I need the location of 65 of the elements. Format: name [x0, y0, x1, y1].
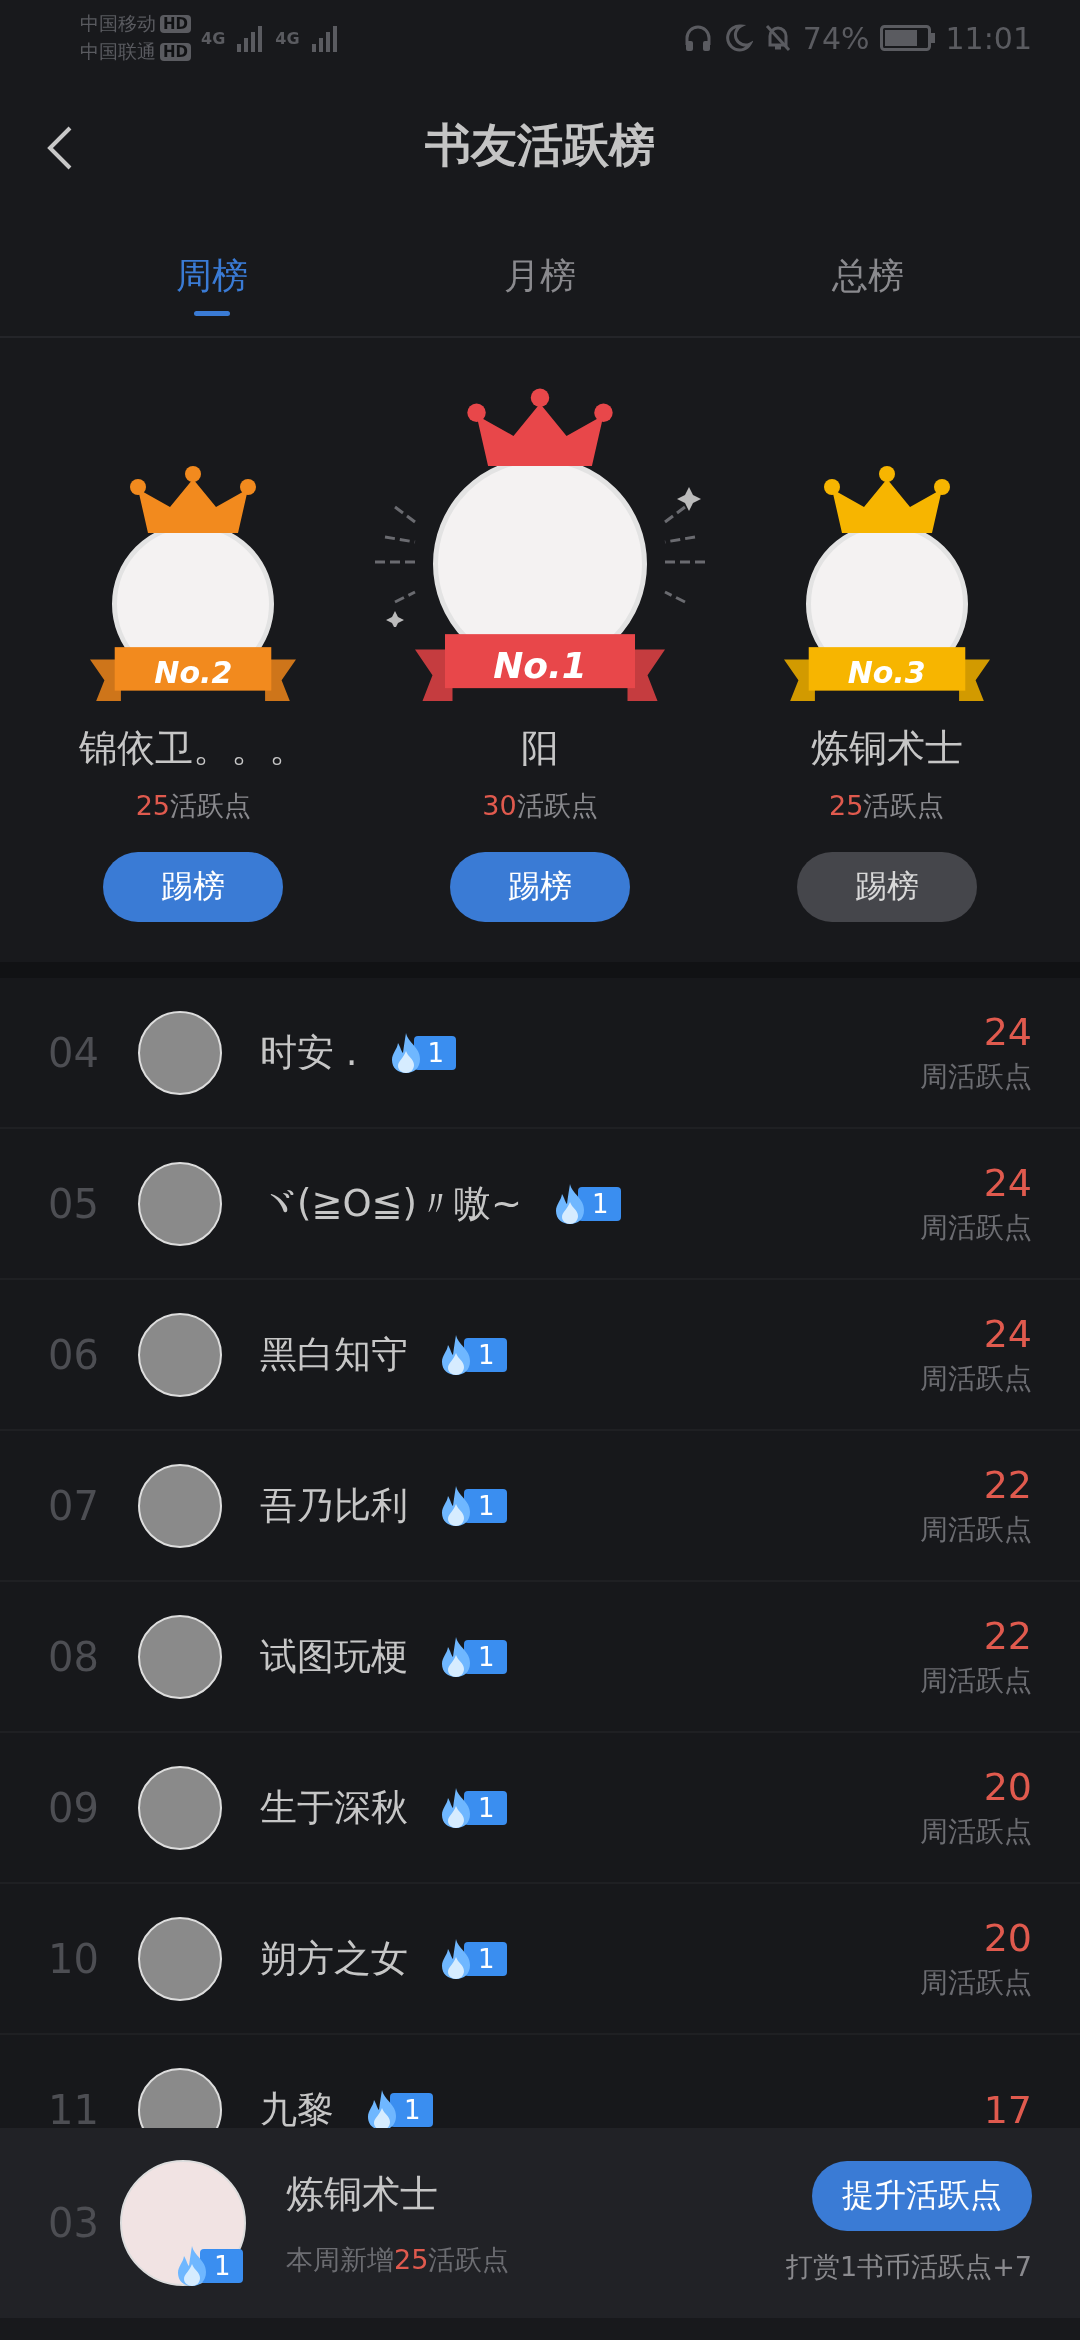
kick-button[interactable]: 踢榜 [103, 852, 284, 922]
user-name: 炼铜术士 [286, 2170, 439, 2218]
user-name: 阳 [521, 725, 559, 772]
activity-points: 25活跃点 [828, 789, 945, 823]
rank-number: 05 [48, 1180, 100, 1227]
user-name: 朔方之女 [260, 1935, 408, 1982]
rank-number: 06 [48, 1331, 100, 1378]
score: 20 [983, 1915, 1032, 1960]
kick-button[interactable]: 踢榜 [450, 852, 630, 922]
clock: 11:01 [945, 20, 1032, 56]
score: 22 [983, 1462, 1032, 1507]
user-name: 炼铜术士 [810, 725, 963, 772]
score: 22 [983, 1613, 1032, 1658]
rank-number: 11 [48, 2086, 100, 2128]
fire-level-badge: 1 [550, 1181, 621, 1226]
score-label: 周活跃点 [920, 1360, 1032, 1397]
boost-button[interactable]: 提升活跃点 [812, 2161, 1032, 2231]
battery-percent: 74% [802, 20, 870, 56]
rank-number: 04 [48, 1029, 100, 1076]
activity-points: 30活跃点 [482, 789, 598, 823]
signal-icon [309, 24, 340, 52]
weekly-gain-text: 本周新增25活跃点 [286, 2242, 510, 2277]
score: 20 [983, 1764, 1032, 1809]
user-name: 锦依卫。。。 [79, 725, 308, 772]
fire-level-badge: 1 [436, 1483, 507, 1528]
user-name: 生于深秋 [260, 1784, 408, 1831]
score-label: 周活跃点 [920, 1511, 1032, 1548]
rank-number: 07 [48, 1482, 100, 1529]
user-name: 黑白知守 [260, 1331, 408, 1378]
hd-badge: HD [160, 15, 191, 33]
score: 24 [983, 1311, 1032, 1356]
score-label: 周活跃点 [920, 1964, 1032, 2001]
tab[interactable]: 总榜 [704, 216, 1032, 336]
fire-level-badge: 1 [436, 1785, 507, 1830]
score: 24 [983, 1160, 1032, 1205]
page-title: 书友活跃榜 [425, 117, 655, 174]
user-name: 九黎 [260, 2086, 334, 2128]
rank-number: 08 [48, 1633, 100, 1680]
fire-level-badge: 1 [436, 1936, 507, 1981]
fire-level-badge: 1 [436, 1634, 507, 1679]
tab[interactable]: 周榜 [48, 216, 376, 336]
fire-level-badge: 1 [172, 2244, 243, 2288]
user-name: 时安 . [260, 1029, 358, 1076]
rank-number: 09 [48, 1784, 100, 1831]
score: 24 [983, 1009, 1032, 1054]
score-label: 周活跃点 [920, 1813, 1032, 1850]
user-name: 试图玩梗 [260, 1633, 408, 1680]
fire-level-badge: 1 [436, 1332, 507, 1377]
user-name: 吾乃比利 [260, 1482, 408, 1529]
rank-number: 10 [48, 1935, 100, 1982]
network-type: 4G [201, 28, 226, 48]
network-type: 4G [275, 28, 300, 48]
carrier-name: 中国移动 [80, 11, 156, 36]
score-label: 周活跃点 [920, 1209, 1032, 1246]
fire-level-badge: 1 [385, 1030, 457, 1075]
score-label: 周活跃点 [920, 1662, 1032, 1699]
hd-badge: HD [160, 43, 191, 61]
carrier-name: 中国联通 [80, 39, 156, 64]
score: 17 [983, 2087, 1032, 2128]
battery-icon [879, 25, 936, 51]
user-name: ヾ(≧O≦)〃嗷~ [260, 1180, 522, 1227]
reward-hint: 打赏1书币活跃点+7 [786, 2250, 1032, 2284]
activity-points: 25活跃点 [135, 789, 251, 823]
tab[interactable]: 月榜 [376, 216, 704, 336]
score-label: 周活跃点 [920, 1058, 1032, 1095]
